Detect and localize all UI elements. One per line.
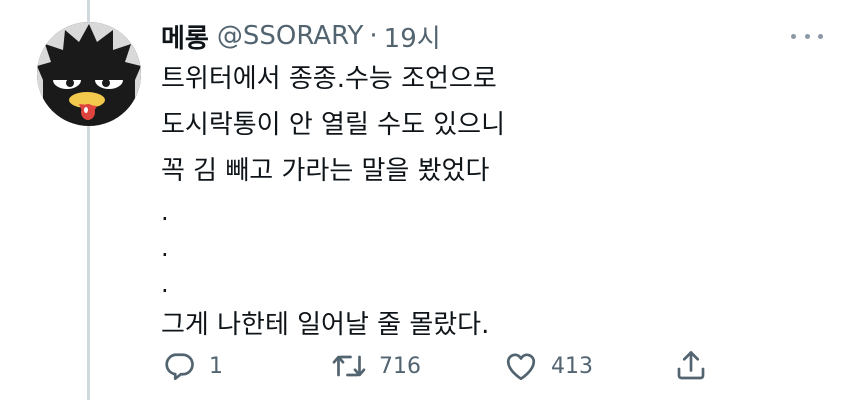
share-icon [677, 351, 705, 380]
tweet-line: 꼭 김 빼고 가라는 말을 봤었다 [161, 156, 490, 186]
share-button[interactable] [673, 348, 721, 384]
reply-icon [165, 353, 194, 381]
tweet-time[interactable]: 19시 [384, 18, 441, 55]
tweet-actions: 1 716 413 [161, 346, 721, 386]
retweet-button[interactable]: 716 [331, 348, 421, 384]
reply-count: 1 [209, 353, 223, 379]
header-separator: · [369, 21, 378, 51]
like-button[interactable]: 413 [503, 348, 593, 384]
reply-button[interactable]: 1 [161, 348, 223, 384]
tweet-dot-line: . [161, 234, 169, 262]
more-options-icon[interactable] [789, 24, 825, 48]
more-dot [804, 33, 810, 39]
tweet-header: 메롱 @SSORARY · 19시 [161, 18, 441, 54]
more-dot [791, 33, 796, 39]
tweet-line: 그게 나한테 일어날 줄 몰랐다. [161, 310, 490, 340]
user-handle[interactable]: @SSORARY [217, 21, 364, 51]
tweet-line: 트위터에서 종종.수능 조언으로 [161, 64, 497, 94]
tweet-text: 트위터에서 종종.수능 조언으로 도시락통이 안 열릴 수도 있으니 꼭 김 빼… [161, 56, 801, 348]
retweet-count: 716 [379, 353, 421, 379]
retweet-icon [332, 355, 366, 377]
tweet-dot-line: . [161, 270, 169, 298]
more-dot [818, 33, 823, 39]
tweet[interactable]: 메롱 @SSORARY · 19시 트위터에서 종종.수능 조언으로 도시락통이… [0, 0, 853, 400]
badtz-maru-avatar-icon [37, 22, 141, 126]
tweet-line: 도시락통이 안 열릴 수도 있으니 [161, 110, 506, 140]
display-name[interactable]: 메롱 [161, 18, 209, 55]
like-count: 413 [551, 353, 593, 379]
tweet-dot-line: . [161, 198, 169, 226]
avatar[interactable] [37, 22, 141, 126]
heart-icon [506, 353, 536, 381]
